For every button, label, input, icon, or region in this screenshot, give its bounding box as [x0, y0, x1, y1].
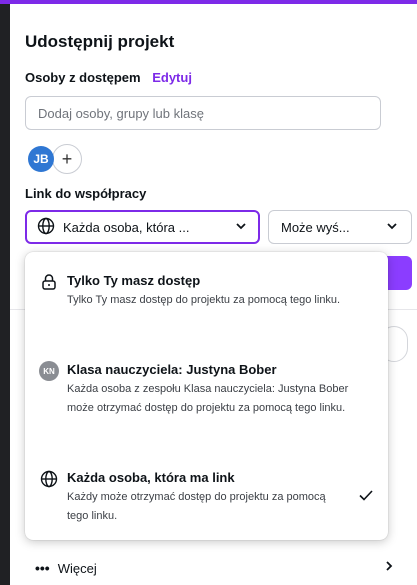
option-title: Tylko Ty masz dostęp — [67, 273, 201, 288]
option-anyone-with-link[interactable]: Każda osoba, która ma link Każdy może ot… — [25, 452, 388, 540]
edit-link[interactable]: Edytuj — [152, 70, 192, 85]
people-with-access-row: Osoby z dostępem Edytuj — [25, 70, 192, 85]
chevron-right-icon — [383, 559, 395, 577]
more-dots-icon: ••• — [35, 560, 50, 576]
option-title: Klasa nauczyciela: Justyna Bober — [67, 362, 277, 377]
link-access-dropdown: Tylko Ty masz dostęp Tylko Ty masz dostę… — [25, 252, 388, 540]
link-access-value: Każda osoba, która ... — [63, 219, 190, 235]
team-badge-icon: KN — [39, 361, 59, 381]
avatar[interactable]: JB — [28, 146, 54, 172]
option-description: Każda osoba z zespołu Klasa nauczyciela:… — [67, 383, 349, 414]
checkmark-icon — [357, 486, 375, 509]
chevron-down-icon — [234, 219, 248, 236]
globe-icon — [37, 217, 55, 238]
more-label: Więcej — [57, 560, 97, 576]
option-title: Każda osoba, która ma link — [67, 470, 235, 485]
people-with-access-label: Osoby z dostępem — [25, 70, 141, 85]
option-teacher-class[interactable]: KN Klasa nauczyciela: Justyna Bober Każd… — [25, 344, 388, 454]
lock-icon — [39, 272, 59, 292]
permission-select[interactable]: Może wyś... — [268, 210, 412, 244]
option-description: Każdy może otrzymać dostęp do projektu z… — [67, 491, 326, 522]
kn-badge: KN — [39, 361, 59, 381]
option-only-you[interactable]: Tylko Ty masz dostęp Tylko Ty masz dostę… — [25, 252, 388, 332]
panel-title: Udostępnij projekt — [25, 32, 175, 51]
editor-edge — [0, 4, 10, 585]
add-people-input[interactable] — [25, 96, 381, 130]
permission-value: Może wyś... — [281, 219, 350, 235]
chevron-down-icon — [385, 219, 399, 236]
add-person-button[interactable]: + — [52, 144, 82, 174]
plus-icon: + — [61, 148, 73, 169]
option-description: Tylko Ty masz dostęp do projektu za pomo… — [67, 294, 341, 306]
globe-icon — [39, 469, 59, 489]
more-options-row[interactable]: ••• Więcej — [35, 557, 395, 579]
collaboration-link-label: Link do współpracy — [25, 186, 147, 201]
link-access-select[interactable]: Każda osoba, która ... — [25, 210, 260, 244]
